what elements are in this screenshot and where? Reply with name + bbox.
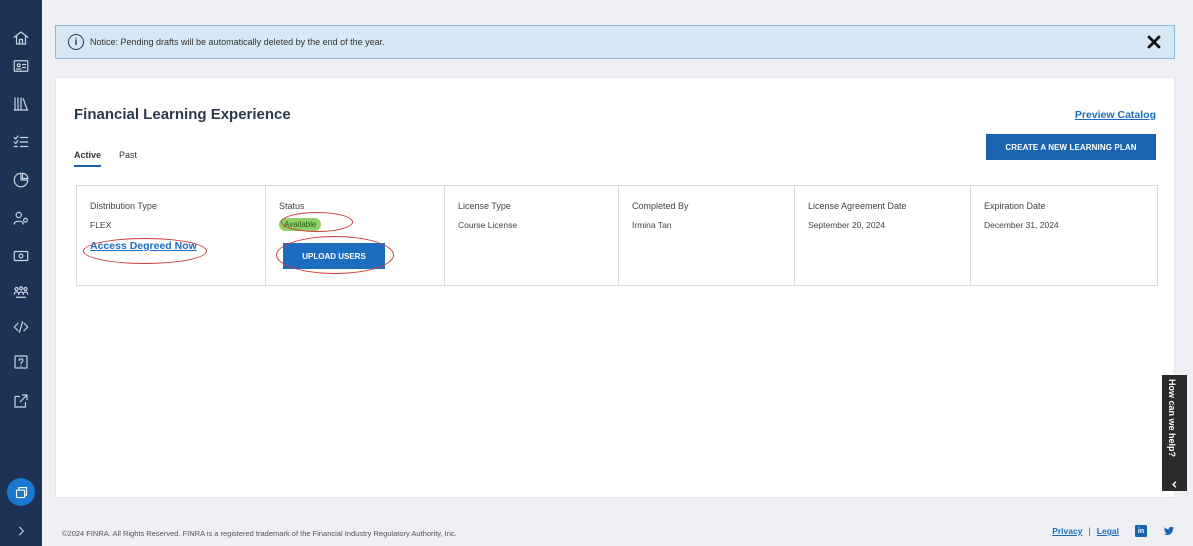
notice-text: Notice: Pending drafts will be automatic… [90, 37, 385, 47]
learning-plan-card: Distribution Type FLEX Access Degreed No… [76, 185, 1158, 286]
license-type-column: License Type Course License [445, 186, 619, 285]
pie-chart-icon[interactable] [9, 168, 33, 192]
help-box-icon[interactable] [9, 350, 33, 374]
multi-window-icon[interactable] [7, 478, 35, 506]
group-icon[interactable] [9, 280, 33, 304]
help-tab[interactable]: How can we help? [1162, 375, 1187, 491]
distribution-type-value: FLEX [90, 220, 112, 230]
license-agreement-date-value: September 20, 2024 [808, 220, 886, 230]
id-card-icon[interactable] [9, 54, 33, 78]
page-title: Financial Learning Experience [74, 106, 291, 123]
completed-by-column: Completed By Irmina Tan [619, 186, 795, 285]
status-column: Status Available UPLOAD USERS [266, 186, 445, 285]
footer-copyright: ©2024 FINRA. All Rights Reserved. FINRA … [62, 529, 457, 538]
chevron-left-icon [1170, 476, 1179, 488]
privacy-link[interactable]: Privacy [1052, 526, 1082, 536]
footer-links: Privacy | Legal in [1052, 525, 1175, 537]
code-icon[interactable] [9, 315, 33, 339]
money-icon[interactable] [9, 244, 33, 268]
expiration-date-column: Expiration Date December 31, 2024 [971, 186, 1157, 285]
expand-sidebar-icon[interactable] [0, 516, 42, 546]
expiration-date-value: December 31, 2024 [984, 220, 1059, 230]
distribution-type-column: Distribution Type FLEX Access Degreed No… [77, 186, 266, 285]
help-label: How can we help? [1167, 379, 1177, 458]
completed-by-header: Completed By [632, 201, 689, 211]
twitter-icon[interactable] [1163, 525, 1175, 537]
status-header: Status [279, 201, 305, 211]
library-icon[interactable] [9, 92, 33, 116]
preview-catalog-link[interactable]: Preview Catalog [1075, 109, 1156, 121]
legal-link[interactable]: Legal [1097, 526, 1119, 536]
license-agreement-date-column: License Agreement Date September 20, 202… [795, 186, 971, 285]
close-icon[interactable] [1146, 34, 1162, 50]
status-badge: Available [279, 218, 322, 231]
license-type-header: License Type [458, 201, 511, 211]
notice-banner: i Notice: Pending drafts will be automat… [55, 25, 1175, 59]
create-learning-plan-button[interactable]: CREATE A NEW LEARNING PLAN [986, 134, 1156, 160]
expiration-date-header: Expiration Date [984, 201, 1046, 211]
plan-tabs: Active Past [74, 150, 137, 167]
tab-active[interactable]: Active [74, 150, 102, 167]
completed-by-value: Irmina Tan [632, 220, 672, 230]
external-link-icon[interactable] [9, 389, 33, 413]
sidebar-nav [0, 0, 42, 546]
license-type-value: Course License [458, 220, 518, 230]
footer-separator: | [1088, 526, 1091, 536]
upload-users-button[interactable]: UPLOAD USERS [283, 243, 385, 269]
info-icon: i [68, 34, 84, 50]
access-degreed-link[interactable]: Access Degreed Now [90, 240, 197, 252]
checklist-icon[interactable] [9, 130, 33, 154]
main-panel: Financial Learning Experience Preview Ca… [55, 77, 1175, 498]
license-agreement-date-header: License Agreement Date [808, 201, 907, 211]
tab-past[interactable]: Past [119, 150, 137, 167]
distribution-type-header: Distribution Type [90, 201, 157, 211]
linkedin-icon[interactable]: in [1135, 525, 1147, 537]
users-settings-icon[interactable] [9, 206, 33, 230]
home-icon[interactable] [9, 26, 33, 50]
